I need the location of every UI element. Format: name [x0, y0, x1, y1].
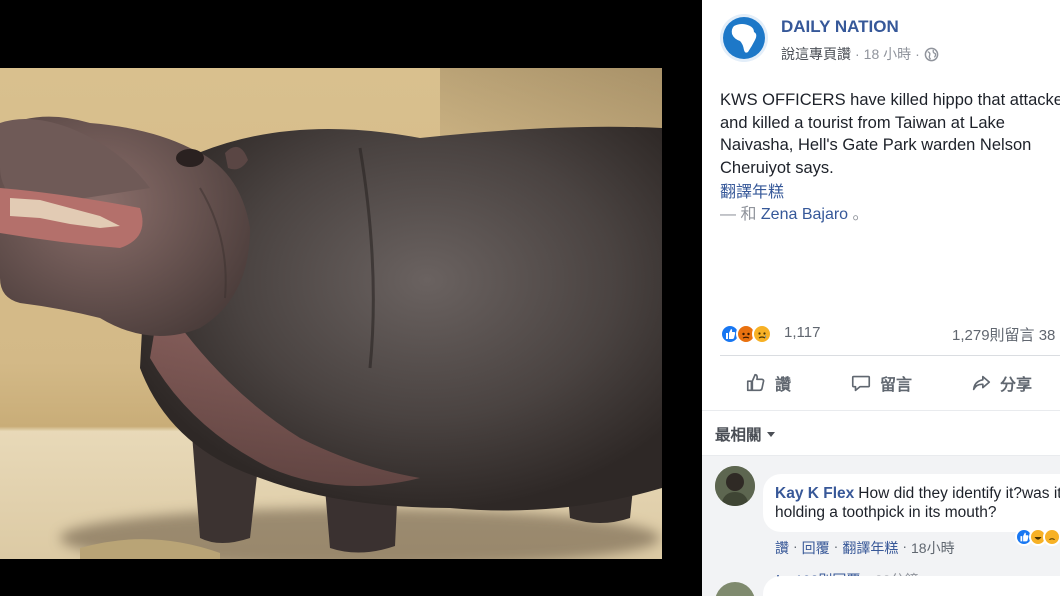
divider — [720, 355, 1060, 356]
sad-reaction-icon — [1043, 528, 1060, 546]
photo-viewer — [0, 0, 702, 596]
tagged-user-link[interactable]: Zena Bajaro — [761, 206, 848, 223]
meta-separator: · — [855, 46, 860, 62]
comment-bubble: Kay K Flex How did they identify it?was i… — [763, 474, 1060, 532]
page-name-link[interactable]: DAILY NATION — [781, 17, 899, 37]
comment-like-link[interactable]: 讚 — [775, 538, 789, 558]
share-arrow-icon — [972, 375, 991, 391]
like-button[interactable]: 讚 — [745, 370, 791, 396]
commenter-avatar[interactable] — [715, 582, 755, 596]
post-meta: 說這專頁讚 · 18 小時 · — [781, 44, 939, 64]
post-line: KWS OFFICERS have killed hippo that atta… — [720, 91, 1060, 109]
post-actions: 讚 留言 分享 — [720, 364, 1060, 402]
share-button-label: 分享 — [1000, 377, 1033, 394]
post-sidebar: DAILY NATION 說這專頁讚 · 18 小時 · KWS OFFICER… — [702, 0, 1060, 596]
comments-list: Kay K Flex How did they identify it?was i… — [702, 456, 1060, 596]
share-button[interactable]: 分享 — [970, 370, 1032, 396]
meta-separator: · — [915, 46, 920, 62]
meta-dot: · — [833, 538, 839, 554]
comment-sort-dropdown[interactable]: 最相關 — [715, 423, 775, 445]
avatar-photo-icon — [715, 466, 755, 506]
reactions-summary: 1,117 1,279則留言 38 — [720, 320, 1060, 348]
comment-sort-bar: 最相關 — [702, 410, 1060, 456]
comment-translate-link[interactable]: 翻譯年糕 — [842, 538, 898, 558]
globe-icon[interactable] — [924, 47, 939, 62]
meta-dot: · — [902, 538, 908, 554]
post-timestamp[interactable]: 18 小時 — [864, 44, 911, 64]
comments-shares-count[interactable]: 1,279則留言 38 — [952, 324, 1055, 345]
commenter-avatar[interactable] — [715, 466, 755, 506]
translate-link[interactable]: 翻譯年糕 — [720, 178, 784, 202]
reaction-icons[interactable] — [720, 324, 782, 344]
comment-reply-link[interactable]: 回覆 — [802, 538, 830, 558]
post-message: KWS OFFICERS have killed hippo that atta… — [720, 89, 1060, 179]
sad-reaction-icon — [752, 324, 772, 344]
reaction-count[interactable]: 1,117 — [784, 324, 820, 341]
post-line: and killed a tourist from Taiwan at Lake — [720, 113, 1005, 132]
comment-button-label: 留言 — [880, 377, 913, 394]
caret-down-icon — [766, 431, 775, 437]
africa-logo-icon — [720, 14, 768, 62]
comment-reactions[interactable] — [1015, 526, 1060, 548]
hippo-illustration — [0, 116, 662, 559]
page-avatar[interactable] — [720, 14, 768, 62]
post-photo[interactable] — [0, 68, 662, 559]
meta-dot: · — [793, 538, 798, 554]
post-header: DAILY NATION 說這專頁讚 · 18 小時 · — [720, 14, 1060, 64]
comment-bubble — [763, 576, 1060, 596]
like-button-label: 讚 — [775, 377, 792, 394]
comment-timestamp[interactable]: 18小時 — [911, 538, 955, 558]
comment-author-link[interactable]: Kay K Flex — [775, 485, 854, 502]
post-line: Naivasha, Hell's Gate Park warden Nelson — [720, 136, 1032, 154]
comment-bubble-icon — [851, 375, 871, 392]
with-suffix: 。 — [852, 206, 869, 223]
comment-actions: 讚 · 回覆 · 翻譯年糕 · 18小時 — [775, 538, 955, 558]
with-prefix: — 和 — [720, 206, 757, 223]
sort-label: 最相關 — [715, 427, 762, 444]
tagged-with: — 和 Zena Bajaro 。 — [720, 200, 869, 224]
comment-button[interactable]: 留言 — [850, 370, 912, 396]
thumbs-up-icon — [746, 373, 765, 392]
see-first-link[interactable]: 說這專頁讚 — [781, 44, 851, 64]
post-line: Cheruiyot says. — [720, 158, 834, 177]
